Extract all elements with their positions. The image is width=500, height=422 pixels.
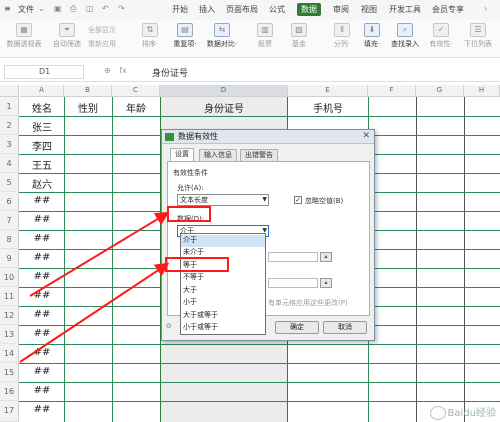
arrow-to-equal-option: [19, 262, 170, 363]
arrow-to-data-label: [29, 211, 170, 297]
watermark: Baidu经验: [429, 404, 496, 420]
paw-logo-icon: [429, 406, 446, 420]
annotation-arrows: [19, 211, 170, 363]
